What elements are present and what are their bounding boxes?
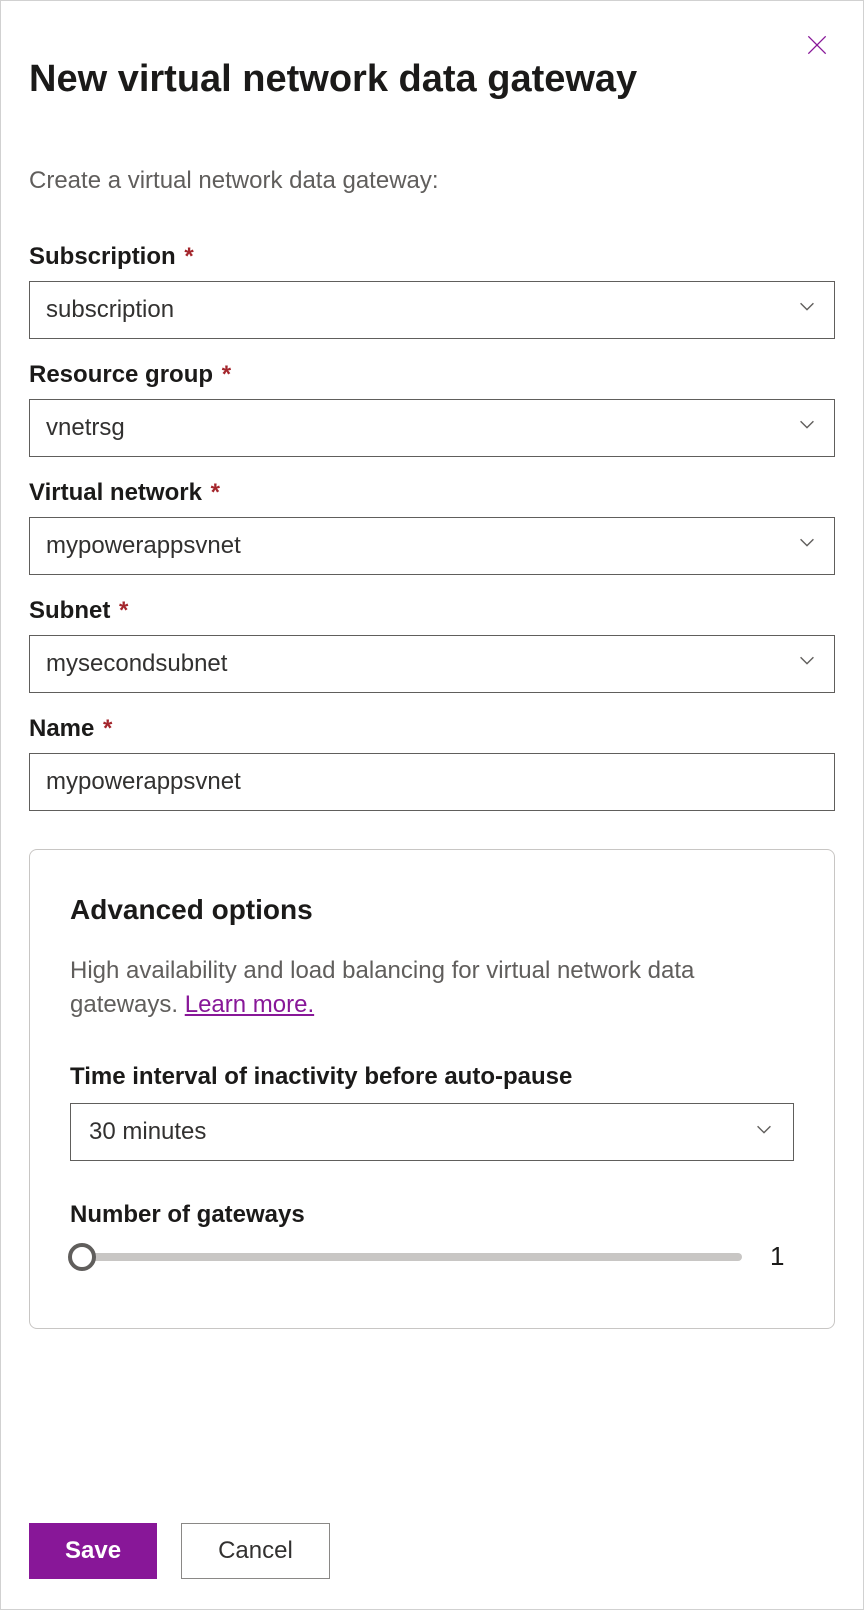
chevron-down-icon [753,1118,775,1147]
resource-group-label: Resource group * [29,361,835,389]
panel-subtitle: Create a virtual network data gateway: [29,167,835,195]
subnet-value: mysecondsubnet [46,650,227,678]
required-mark: * [184,243,193,270]
chevron-down-icon [796,295,818,324]
slider-thumb[interactable] [68,1243,96,1271]
num-gateways-slider-row: 1 [70,1241,794,1272]
field-subnet: Subnet * mysecondsubnet [29,597,835,693]
required-mark: * [119,597,128,624]
field-virtual-network: Virtual network * mypowerappsvnet [29,479,835,575]
name-value: mypowerappsvnet [46,768,241,796]
field-name: Name * mypowerappsvnet [29,715,835,811]
close-button[interactable] [799,29,835,65]
subnet-select[interactable]: mysecondsubnet [29,635,835,693]
chevron-down-icon [796,413,818,442]
subnet-label: Subnet * [29,597,835,625]
time-interval-label: Time interval of inactivity before auto-… [70,1063,794,1091]
time-interval-select[interactable]: 30 minutes [70,1103,794,1161]
virtual-network-select[interactable]: mypowerappsvnet [29,517,835,575]
name-input[interactable]: mypowerappsvnet [29,753,835,811]
advanced-description-text: High availability and load balancing for… [70,957,694,1019]
panel-title: New virtual network data gateway [29,57,835,103]
required-mark: * [211,479,220,506]
name-label: Name * [29,715,835,743]
num-gateways-slider[interactable] [70,1253,742,1261]
required-mark: * [222,361,231,388]
num-gateways-value: 1 [770,1241,794,1272]
resource-group-label-text: Resource group [29,361,213,388]
close-icon [804,32,830,63]
cancel-button[interactable]: Cancel [181,1523,330,1579]
virtual-network-label-text: Virtual network [29,479,202,506]
name-label-text: Name [29,715,94,742]
resource-group-select[interactable]: vnetrsg [29,399,835,457]
field-resource-group: Resource group * vnetrsg [29,361,835,457]
num-gateways-label: Number of gateways [70,1201,794,1229]
time-interval-value: 30 minutes [89,1118,206,1146]
advanced-heading: Advanced options [70,894,794,926]
subscription-label: Subscription * [29,243,835,271]
subnet-label-text: Subnet [29,597,110,624]
subscription-label-text: Subscription [29,243,176,270]
virtual-network-value: mypowerappsvnet [46,532,241,560]
subscription-value: subscription [46,296,174,324]
resource-group-value: vnetrsg [46,414,125,442]
subscription-select[interactable]: subscription [29,281,835,339]
chevron-down-icon [796,649,818,678]
virtual-network-label: Virtual network * [29,479,835,507]
required-mark: * [103,715,112,742]
footer-actions: Save Cancel [29,1523,330,1579]
advanced-description: High availability and load balancing for… [70,954,794,1024]
save-button[interactable]: Save [29,1523,157,1579]
advanced-options-card: Advanced options High availability and l… [29,849,835,1330]
learn-more-link[interactable]: Learn more. [185,991,314,1018]
chevron-down-icon [796,531,818,560]
field-subscription: Subscription * subscription [29,243,835,339]
